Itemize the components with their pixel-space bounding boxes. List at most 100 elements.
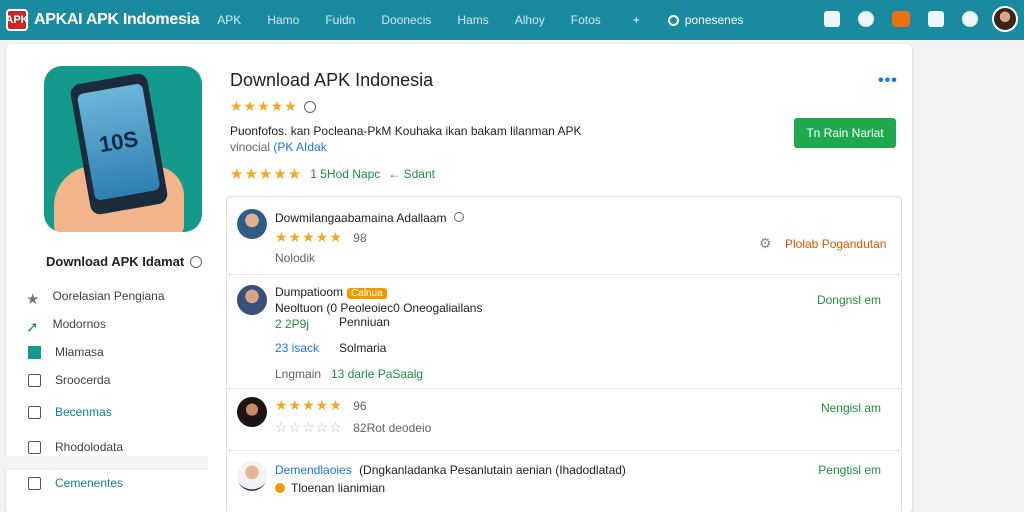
review-text-line1: Neoltuon (0 Peoleoiec0 Oneogaliailans (275, 301, 483, 315)
app-subdescription: vinocial (PK AIdak (230, 140, 327, 154)
logo-badge-icon: APK (5, 9, 29, 31)
sidebar-item-label: Mlamasa (55, 345, 104, 359)
settings-icon[interactable] (962, 11, 978, 27)
top-actions (806, 6, 1018, 32)
filled-square-icon (28, 345, 41, 359)
developer-link[interactable]: (PK AIdak (273, 140, 326, 154)
review-item: Demendlaoies (Dngkanladanka Pesanlutain … (227, 451, 901, 512)
review-stat-text: Solmaria (339, 341, 387, 355)
nav-item-apps[interactable]: Alhoy (515, 13, 545, 27)
review-date: 2 2P9j (275, 317, 310, 331)
share-link[interactable]: ← Sdant (388, 167, 435, 181)
review-rating: ★★★★★ 98 (275, 229, 367, 247)
review-item: ★★★★★ 96 ☆☆☆☆☆ 82Rot deodeio Nengisl am (227, 389, 901, 451)
sidebar-item-label: Cemenentes (55, 476, 124, 490)
sidebar-item-label: Sroocerda (55, 373, 111, 387)
reviewer-name-text: Dowmilangaabamaina Adallaam (275, 211, 447, 225)
info-icon[interactable] (303, 100, 316, 113)
review-subtext: 82Rot deodeio (353, 421, 432, 435)
more-options-icon[interactable]: ••• (878, 72, 898, 90)
search-button[interactable]: ponesenes (667, 13, 744, 27)
rating-stars: ★★★★★ (230, 98, 298, 114)
nav-item-apk[interactable]: APK (217, 13, 241, 27)
reviewer-name-text[interactable]: Demendlaoies (275, 463, 352, 477)
nav-item-photos[interactable]: Fotos (571, 13, 601, 27)
review-action-link[interactable]: Dongnsl em (817, 293, 881, 307)
review-stars: ★★★★★ (275, 397, 343, 413)
user-avatar[interactable] (992, 6, 1018, 32)
review-item: Dowmilangaabamaina Adallaam ★★★★★ 98 Nol… (227, 197, 901, 275)
sidebar-item[interactable]: Sroocerda (26, 366, 165, 394)
app-rating: ★★★★★ (230, 98, 316, 115)
download-count: 1 5Hod Napc (310, 167, 381, 181)
checkbox-icon[interactable] (28, 405, 41, 419)
app-icon: 10S (44, 66, 202, 232)
nav-item-home[interactable]: Hamo (267, 13, 299, 27)
review-stars-empty: ☆☆☆☆☆ (275, 419, 343, 435)
verified-icon (275, 483, 285, 493)
star-icon: ★ (26, 290, 40, 308)
review-stars: ★★★★★ (275, 229, 343, 245)
review-action-link[interactable]: Plolab Pogandutan (785, 237, 886, 251)
chevron-down-icon (190, 256, 203, 268)
review-subtext-text: Tloenan lianimian (291, 481, 386, 495)
notification-icon[interactable] (892, 11, 910, 27)
sidebar-item[interactable]: ★ Oorelasian Pengiana (26, 282, 165, 310)
app-meta: ★★★★★ 1 5Hod Napc ← Sdant (230, 165, 435, 183)
gear-icon[interactable]: ⚙ (759, 235, 772, 252)
sidebar-item-label: Oorelasian Pengiana (52, 289, 165, 303)
review-count: 98 (353, 231, 367, 245)
top-navigation-bar: APK APKAI APK Indomesia APK Hamo Fuidn D… (0, 0, 1024, 40)
app-description: Puonfofos. kan Pocleana-PkM Kouhaka ikan… (230, 124, 582, 138)
info-icon[interactable] (453, 212, 464, 222)
reviewer-name: Demendlaoies (Dngkanladanka Pesanlutain … (275, 463, 626, 477)
nav-item-news[interactable]: Hams (457, 13, 488, 27)
checkbox-icon[interactable] (28, 440, 41, 454)
review-subtext: Tloenan lianimian (275, 481, 385, 495)
review-rating-secondary: ☆☆☆☆☆ 82Rot deodeio (275, 419, 431, 437)
review-action-link[interactable]: Nengisl am (821, 401, 881, 415)
review-stat-link[interactable]: 23 isack (275, 341, 319, 355)
sidebar-item-label: Rhodolodata (55, 440, 124, 454)
checkbox-icon[interactable] (28, 476, 41, 490)
review-item: Dumpatioom Calnua Neoltuon (0 Peoleoiec0 … (227, 275, 901, 389)
nav-item-games[interactable]: Fuidn (325, 13, 355, 27)
checkbox-icon[interactable] (28, 373, 41, 387)
review-action-link[interactable]: Pengtisl em (818, 463, 881, 477)
app-detail-card: 10S Download APK Indonesia ••• ★★★★★ Puo… (6, 44, 912, 512)
reviewer-avatar (237, 209, 267, 239)
main-nav: APK Hamo Fuidn Doonecis Hams Alhoy Fotos (217, 13, 626, 27)
arrow-icon: ➚ (26, 318, 39, 336)
review-footer-label: Lngmain (275, 367, 322, 381)
sidebar-item[interactable]: ➚ Modornos (26, 310, 165, 338)
review-subtext: Nolodik (275, 251, 316, 265)
sidebar-item-label: Becenmas (55, 405, 112, 419)
meta-stars: ★★★★★ (230, 166, 303, 183)
reviewer-avatar (237, 397, 267, 427)
reviewer-avatar (237, 285, 267, 315)
reviewer-name: Dumpatioom Calnua (275, 285, 387, 299)
reviewer-name-text: Dumpatioom (275, 285, 344, 299)
sidebar-title[interactable]: Download APK Idamat (46, 254, 203, 269)
tools-icon[interactable] (928, 11, 944, 27)
sidebar-item[interactable]: Cemenentes (26, 469, 165, 497)
sidebar-item[interactable]: Mlamasa (26, 338, 165, 366)
add-icon[interactable]: + (633, 13, 640, 27)
logo-text: APKAI APK Indomesia (34, 11, 200, 28)
review-text: (Dngkanladanka Pesanlutain aenian (Ihado… (359, 463, 626, 477)
reviewer-name: Dowmilangaabamaina Adallaam (275, 211, 464, 225)
reviewer-badge: Calnua (347, 288, 387, 299)
review-count: 96 (353, 399, 367, 413)
sidebar-scroll-fade (0, 456, 208, 470)
sidebar-item-label: Modornos (52, 317, 106, 331)
chat-icon[interactable] (858, 11, 874, 27)
sidebar-item[interactable]: Becenmas (26, 398, 165, 426)
reviews-panel: Dowmilangaabamaina Adallaam ★★★★★ 98 Nol… (226, 196, 902, 512)
sidebar-title-text: Download APK Idamat (46, 254, 185, 269)
screen-icon[interactable] (824, 11, 840, 27)
nav-item-download[interactable]: Doonecis (381, 13, 431, 27)
app-title: Download APK Indonesia (230, 70, 434, 90)
site-logo[interactable]: APK APKAI APK Indomesia (5, 9, 200, 31)
search-icon (667, 14, 679, 26)
install-button[interactable]: Tn Rain Narlat (794, 118, 896, 148)
